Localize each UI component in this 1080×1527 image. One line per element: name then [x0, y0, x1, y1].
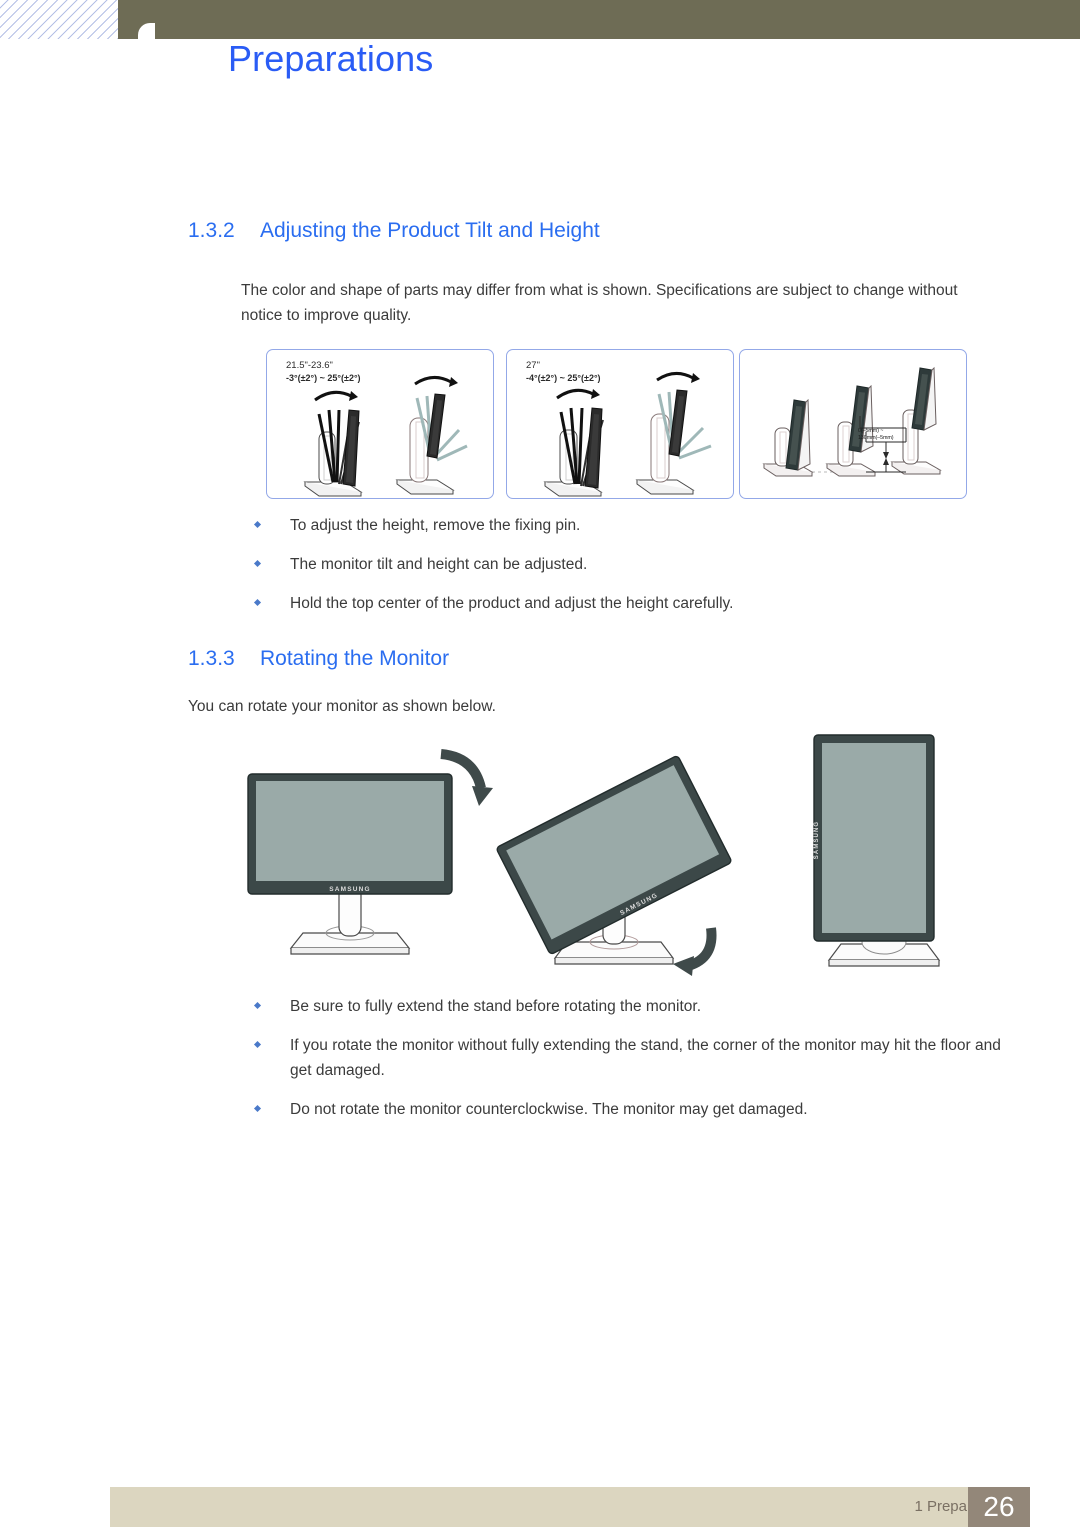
height-range-line-2: 130mm(–5mm) — [858, 435, 894, 442]
list-item: If you rotate the monitor without fully … — [241, 1033, 1001, 1083]
bullet-icon — [253, 520, 262, 529]
bullet-text: If you rotate the monitor without fully … — [290, 1037, 1001, 1079]
monitor-tilted: SAMSUNG — [496, 755, 732, 976]
header-bar — [118, 0, 1080, 39]
section-number-2: 1.3.3 — [188, 647, 235, 670]
header-notch-cover — [150, 23, 155, 40]
bullet-icon — [253, 1104, 262, 1113]
list-item: To adjust the height, remove the fixing … — [241, 513, 981, 538]
bullet-icon — [253, 1001, 262, 1010]
section-paragraph-2: You can rotate your monitor as shown bel… — [188, 698, 496, 715]
list-item: Hold the top center of the product and a… — [241, 591, 981, 616]
bullet-icon — [253, 559, 262, 568]
page-title: Preparations — [228, 38, 434, 79]
rotation-figure: SAMSUNG SAMSUNG SAMSUNG — [245, 730, 1005, 980]
height-range-label: 0(–5mm) ~ 130mm(–5mm) — [858, 428, 894, 442]
list-item: Be sure to fully extend the stand before… — [241, 994, 1001, 1019]
rotation-illustration: SAMSUNG SAMSUNG SAMSUNG — [247, 734, 941, 976]
bullet-text: The monitor tilt and height can be adjus… — [290, 556, 588, 573]
section-paragraph-1: The color and shape of parts may differ … — [241, 282, 958, 324]
section-title-2: Rotating the Monitor — [260, 647, 450, 670]
monitor-logo: SAMSUNG — [814, 821, 820, 859]
tilt-figure-1-labels: 21.5"-23.6" -3°(±2°) ~ 25°(±2°) — [286, 359, 361, 385]
bullet-icon — [253, 1040, 262, 1049]
bullet-text: Do not rotate the monitor counterclockwi… — [290, 1101, 808, 1118]
section-title-1: Adjusting the Product Tilt and Height — [260, 219, 600, 242]
header-hatch-pattern — [0, 0, 118, 39]
monitor-portrait: SAMSUNG — [813, 734, 941, 967]
bullet-text: Hold the top center of the product and a… — [290, 595, 734, 612]
list-item: The monitor tilt and height can be adjus… — [241, 552, 981, 577]
tilt-figure-2-angle: -4°(±2°) ~ 25°(±2°) — [526, 373, 601, 383]
bullet-icon — [253, 598, 262, 607]
section-number-1: 1.3.2 — [188, 219, 235, 242]
bullet-text: Be sure to fully extend the stand before… — [290, 998, 701, 1015]
bullet-list-1: To adjust the height, remove the fixing … — [241, 513, 981, 630]
monitor-logo: SAMSUNG — [329, 886, 371, 893]
tilt-figure-box-3: 0(–5mm) ~ 130mm(–5mm) — [739, 349, 967, 499]
footer-page-number: 26 — [983, 1491, 1015, 1522]
list-item: Do not rotate the monitor counterclockwi… — [241, 1097, 1001, 1122]
tilt-figure-2-size: 27" — [526, 360, 540, 371]
section-heading-2: 1.3.3 Rotating the Monitor — [188, 647, 449, 671]
section-heading-1: 1.3.2 Adjusting the Product Tilt and Heig… — [188, 219, 600, 243]
tilt-figure-2-labels: 27" -4°(±2°) ~ 25°(±2°) — [526, 359, 601, 385]
monitor-landscape: SAMSUNG — [247, 749, 493, 955]
footer-bar — [110, 1487, 998, 1527]
tilt-figure-box-1: 21.5"-23.6" -3°(±2°) ~ 25°(±2°) — [266, 349, 494, 499]
tilt-figure-box-2: 27" -4°(±2°) ~ 25°(±2°) — [506, 349, 734, 499]
tilt-figure-1-angle: -3°(±2°) ~ 25°(±2°) — [286, 373, 361, 383]
bullet-list-2: Be sure to fully extend the stand before… — [241, 994, 1001, 1136]
bullet-text: To adjust the height, remove the fixing … — [290, 517, 581, 534]
tilt-figure-3-illustration — [762, 366, 942, 477]
height-range-line-1: 0(–5mm) ~ — [858, 428, 884, 434]
tilt-figure-1-size: 21.5"-23.6" — [286, 360, 333, 371]
